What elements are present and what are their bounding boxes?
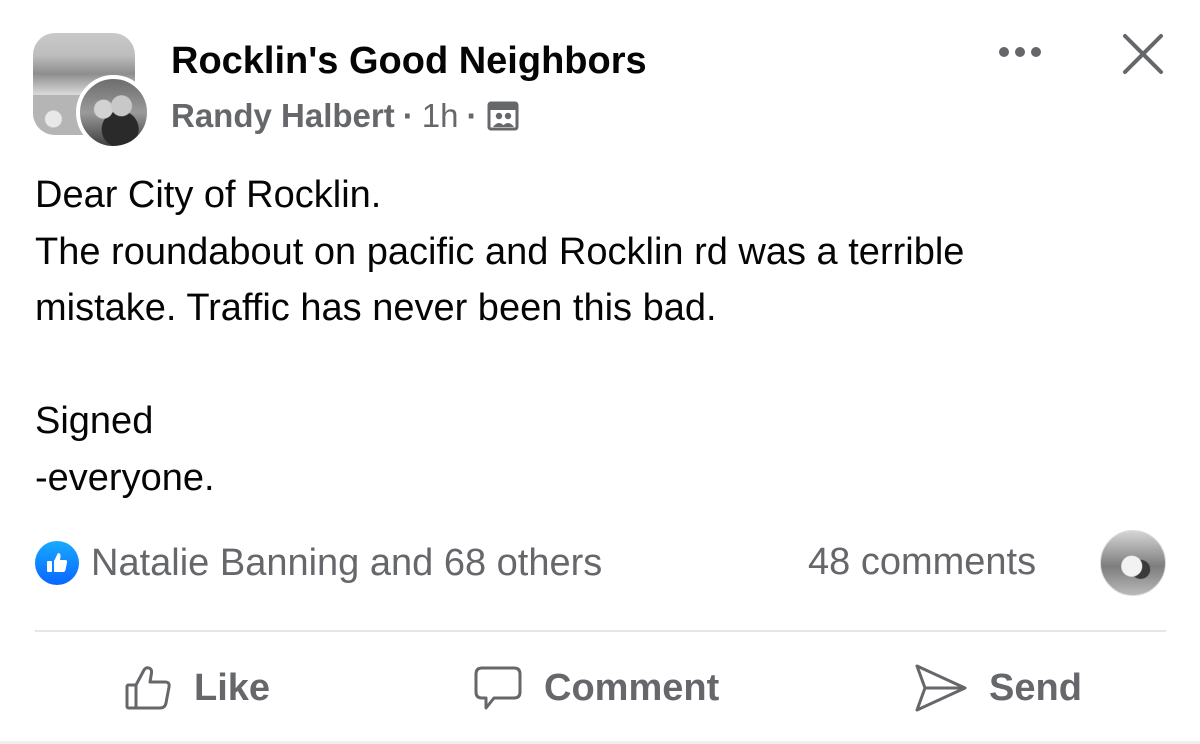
comment-bubble-icon xyxy=(474,666,522,710)
group-name[interactable]: Rocklin's Good Neighbors xyxy=(171,40,647,83)
divider xyxy=(35,630,1166,632)
reactions-summary[interactable]: Natalie Banning and 68 others xyxy=(35,541,602,585)
send-label: Send xyxy=(989,666,1082,709)
post-line: Dear City of Rocklin. xyxy=(35,174,382,216)
author-avatar[interactable] xyxy=(76,75,151,150)
author-name[interactable]: Randy Halbert xyxy=(171,97,395,135)
comment-label: Comment xyxy=(544,666,720,709)
more-options-button[interactable] xyxy=(990,32,1050,72)
meta-separator: · xyxy=(466,97,478,134)
comment-button[interactable]: Comment xyxy=(472,658,719,718)
thumbs-up-icon xyxy=(125,666,171,710)
more-dots-icon xyxy=(1031,47,1041,57)
post-line: Signed xyxy=(35,400,154,442)
comments-count[interactable]: 48 comments xyxy=(808,541,1036,584)
post-line xyxy=(35,337,1155,394)
send-icon xyxy=(915,664,967,712)
members-icon xyxy=(485,100,520,132)
more-dots-icon xyxy=(999,47,1009,57)
post-line: -everyone. xyxy=(35,456,215,499)
post-text: Dear City of Rocklin. The roundabout on … xyxy=(35,167,1155,506)
send-button[interactable]: Send xyxy=(913,658,1082,718)
post-time[interactable]: 1h xyxy=(422,97,459,135)
reactions-text: Natalie Banning and 68 others xyxy=(91,541,603,584)
like-label: Like xyxy=(194,666,271,709)
post-line: mistake. Traffic has never been this bad… xyxy=(35,287,717,329)
post-card: Rocklin's Good Neighbors Randy Halbert ·… xyxy=(0,0,1200,744)
more-dots-icon xyxy=(1015,47,1025,57)
like-reaction-icon xyxy=(35,541,79,585)
like-button[interactable]: Like xyxy=(124,658,270,718)
close-button[interactable] xyxy=(1116,27,1170,81)
close-icon xyxy=(1123,34,1163,74)
commenter-avatar[interactable] xyxy=(1100,530,1166,596)
meta-separator: · xyxy=(402,97,414,134)
post-line: The roundabout on pacific and Rocklin rd… xyxy=(35,230,965,273)
post-meta: Randy Halbert · 1h · xyxy=(171,97,520,135)
